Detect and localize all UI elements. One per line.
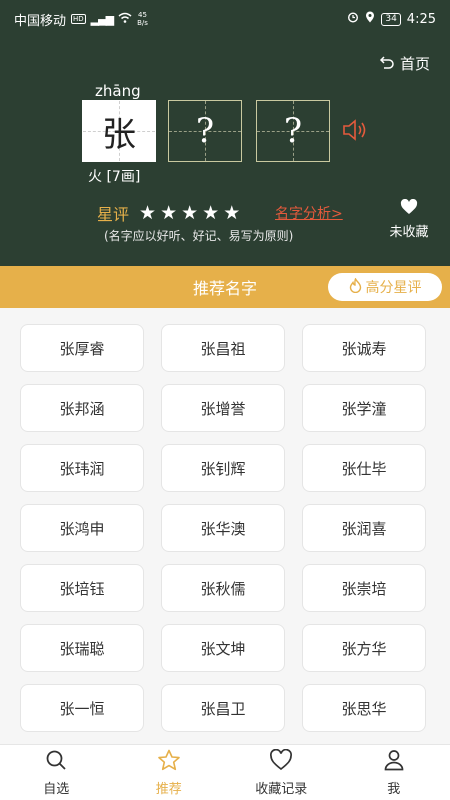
recommend-bar: 推荐名字 高分星评 [0, 266, 450, 308]
names-list: 张厚睿 张昌祖 张诚寿 张邦涵 张增誉 张学潼 张玮润 张钊辉 张仕毕 张鸿申 张华澳 张润喜 张培钰张… [0, 308, 450, 744]
signal-icon: ▂▄▆ [90, 12, 114, 26]
star-icon: ★ [181, 201, 199, 224]
name-card[interactable]: 张玮润 [20, 444, 144, 492]
name-card[interactable]: 张钊辉 [161, 444, 285, 492]
status-bar: 中国移动 HD ▂▄▆ 45 B/s 34 4:25 [0, 0, 450, 38]
search-icon [45, 749, 67, 775]
name-card[interactable]: 张思华 [302, 684, 426, 732]
heart-icon [269, 748, 293, 775]
nav-label: 自选 [43, 781, 70, 797]
clock-time: 4:25 [406, 11, 436, 27]
name-analysis-link[interactable]: 名字分析> [275, 203, 343, 223]
star-icon: ★ [223, 201, 241, 224]
hd-badge: HD [71, 14, 86, 24]
name-card[interactable]: 张华澳 [161, 504, 285, 552]
unknown-char-1: ? [195, 111, 215, 151]
rating-label: 星评 [97, 205, 130, 224]
favorite-label: 未收藏 [389, 225, 429, 240]
high-score-button[interactable]: 高分星评 [328, 273, 442, 301]
high-score-label: 高分星评 [365, 280, 422, 296]
name-card[interactable]: 张一恒 [20, 684, 144, 732]
char-grid-1: 张 [82, 100, 156, 162]
speaker-icon[interactable] [342, 118, 370, 146]
rating-stars: ★ ★ ★ ★ ★ [139, 201, 241, 224]
home-label: 首页 [399, 55, 430, 73]
name-card[interactable]: 张昌祖 [161, 324, 285, 372]
surname-char: 张 [102, 114, 136, 155]
heart-icon [386, 198, 432, 219]
name-board: 首页 zhāng 张 ? ? 火 [7画] 星评 ★ ★ ★ ★ ★ 名字分析> 未收藏… [0, 38, 450, 266]
name-card[interactable]: 张昌卫 [161, 684, 285, 732]
favorite-button[interactable]: 未收藏 [386, 198, 432, 240]
name-card[interactable]: 张秋儒 [161, 564, 285, 612]
name-card[interactable]: 张方华 [302, 624, 426, 672]
bottom-nav: 自选 推荐 收藏记录 我 [0, 744, 450, 800]
name-card[interactable]: 张增誉 [161, 384, 285, 432]
nav-item-zixuan[interactable]: 自选 [0, 745, 113, 800]
battery-icon: 34 [381, 12, 401, 26]
wifi-icon [118, 12, 132, 27]
nav-label: 我 [387, 781, 401, 797]
char-grid-3: ? [256, 100, 330, 162]
element-stroke-label: 火 [7画] [88, 169, 141, 185]
person-icon [383, 749, 405, 775]
name-card[interactable]: 张诚寿 [302, 324, 426, 372]
nav-label: 收藏记录 [255, 781, 308, 797]
star-icon: ★ [160, 201, 178, 224]
name-card[interactable]: 张鸿申 [20, 504, 144, 552]
home-button[interactable]: 首页 [379, 53, 430, 74]
nav-item-favorites[interactable]: 收藏记录 [225, 745, 338, 800]
location-icon [365, 11, 375, 27]
name-card[interactable]: 张崇培 [302, 564, 426, 612]
net-speed-value: 45 [138, 11, 147, 19]
nav-label: 推荐 [155, 781, 182, 797]
net-speed: 45 B/s [137, 11, 148, 27]
name-card[interactable]: 张瑞聪 [20, 624, 144, 672]
star-icon: ★ [202, 201, 220, 224]
name-card[interactable]: 张润喜 [302, 504, 426, 552]
name-card[interactable]: 张培钰 [20, 564, 144, 612]
carrier-label: 中国移动 [14, 13, 67, 29]
alarm-icon [347, 11, 359, 27]
fire-icon [349, 276, 362, 297]
pinyin-label: zhāng [95, 82, 141, 100]
name-card[interactable]: 张文坤 [161, 624, 285, 672]
name-card[interactable]: 张厚睿 [20, 324, 144, 372]
nav-item-me[interactable]: 我 [338, 745, 450, 800]
name-card[interactable]: 张仕毕 [302, 444, 426, 492]
naming-hint: (名字应以好听、好记、易写为原则) [104, 229, 294, 243]
name-card[interactable]: 张邦涵 [20, 384, 144, 432]
unknown-char-2: ? [283, 111, 303, 151]
nav-item-tuijian[interactable]: 推荐 [113, 745, 226, 800]
net-speed-unit: B/s [137, 19, 148, 27]
star-icon [157, 749, 181, 775]
name-card[interactable]: 张学潼 [302, 384, 426, 432]
star-icon: ★ [139, 201, 157, 224]
char-grid-2: ? [168, 100, 242, 162]
names-grid: 张厚睿 张昌祖 张诚寿 张邦涵 张增誉 张学潼 张玮润 张钊辉 张仕毕 张鸿申 张华澳 张润喜 张培钰张… [20, 324, 430, 744]
recommend-title: 推荐名字 [192, 279, 257, 298]
rating-row: 星评 ★ ★ ★ ★ ★ [97, 201, 240, 225]
back-arrow-icon [379, 54, 395, 74]
